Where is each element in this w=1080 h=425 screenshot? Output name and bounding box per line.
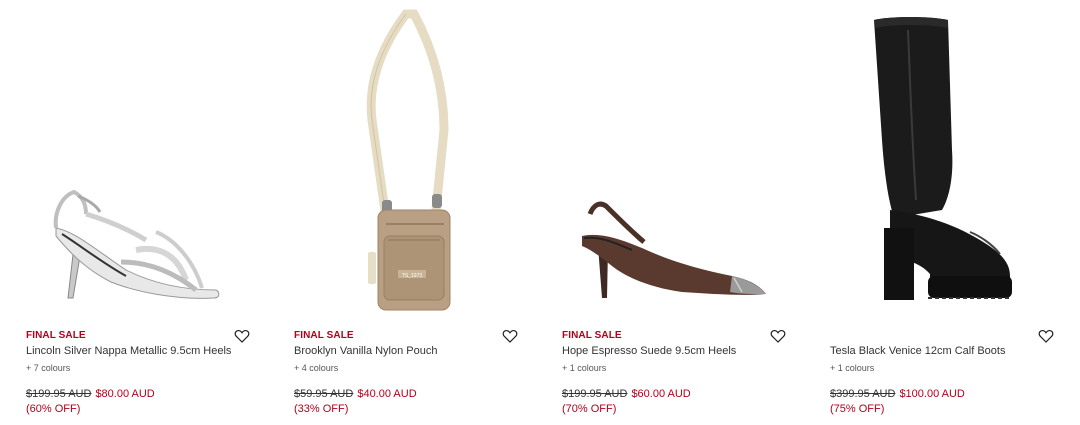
product-image[interactable] bbox=[26, 0, 272, 318]
product-grid: FINAL SALE Lincoln Silver Nappa Metallic… bbox=[0, 0, 1080, 425]
product-image[interactable] bbox=[562, 0, 808, 318]
heart-outline-icon[interactable] bbox=[234, 328, 250, 344]
discount-label: (60% OFF) bbox=[26, 403, 81, 415]
beige-pouch-image: TS_1973 bbox=[366, 9, 451, 311]
product-title[interactable]: Tesla Black Venice 12cm Calf Boots bbox=[830, 345, 1005, 357]
price-row: $399.95 AUD $100.00 AUD bbox=[830, 388, 965, 400]
product-card[interactable]: Tesla Black Venice 12cm Calf Boots + 1 c… bbox=[830, 0, 1076, 425]
colour-count[interactable]: + 7 colours bbox=[26, 363, 70, 373]
colour-count[interactable]: + 4 colours bbox=[294, 363, 338, 373]
discount-label: (33% OFF) bbox=[294, 403, 349, 415]
silver-heel-image bbox=[53, 189, 220, 299]
original-price: $59.95 AUD bbox=[294, 388, 354, 400]
heart-outline-icon[interactable] bbox=[770, 328, 786, 344]
sale-price: $40.00 AUD bbox=[357, 388, 417, 400]
final-sale-badge: FINAL SALE bbox=[26, 330, 86, 341]
colour-count[interactable]: + 1 colours bbox=[830, 363, 874, 373]
sale-price: $80.00 AUD bbox=[95, 388, 155, 400]
original-price: $199.95 AUD bbox=[26, 388, 92, 400]
price-row: $59.95 AUD $40.00 AUD bbox=[294, 388, 417, 400]
original-price: $399.95 AUD bbox=[830, 388, 896, 400]
brown-heel-image bbox=[582, 201, 766, 298]
discount-label: (70% OFF) bbox=[562, 403, 617, 415]
product-title[interactable]: Hope Espresso Suede 9.5cm Heels bbox=[562, 345, 736, 357]
product-title[interactable]: Lincoln Silver Nappa Metallic 9.5cm Heel… bbox=[26, 345, 231, 357]
sale-price: $60.00 AUD bbox=[631, 388, 691, 400]
sale-price: $100.00 AUD bbox=[899, 388, 965, 400]
discount-label: (75% OFF) bbox=[830, 403, 885, 415]
product-card[interactable]: FINAL SALE Lincoln Silver Nappa Metallic… bbox=[26, 0, 272, 425]
final-sale-badge: FINAL SALE bbox=[562, 330, 622, 341]
product-image[interactable] bbox=[830, 0, 1076, 318]
price-row: $199.95 AUD $60.00 AUD bbox=[562, 388, 691, 400]
price-row: $199.95 AUD $80.00 AUD bbox=[26, 388, 155, 400]
heart-outline-icon[interactable] bbox=[502, 328, 518, 344]
product-card[interactable]: FINAL SALE Hope Espresso Suede 9.5cm Hee… bbox=[562, 0, 808, 425]
black-boot-image bbox=[874, 17, 1012, 300]
final-sale-badge: FINAL SALE bbox=[294, 330, 354, 341]
original-price: $199.95 AUD bbox=[562, 388, 628, 400]
svg-text:TS_1973: TS_1973 bbox=[402, 273, 423, 279]
product-card[interactable]: TS_1973 FINAL SALE Brooklyn Vanilla Nylo… bbox=[294, 0, 540, 425]
heart-outline-icon[interactable] bbox=[1038, 328, 1054, 344]
colour-count[interactable]: + 1 colours bbox=[562, 363, 606, 373]
product-image[interactable]: TS_1973 bbox=[294, 0, 540, 318]
product-title[interactable]: Brooklyn Vanilla Nylon Pouch bbox=[294, 345, 437, 357]
